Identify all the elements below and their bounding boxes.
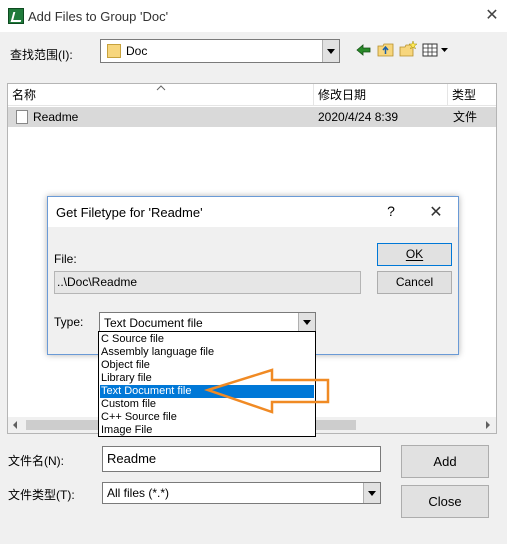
dropdown-option[interactable]: Assembly language file xyxy=(100,346,314,359)
filename-input[interactable]: Readme xyxy=(102,446,381,472)
type-label: Type: xyxy=(54,315,84,329)
dialog-close-button[interactable]: ✕ xyxy=(426,202,446,222)
filename-label: 文件名(N): xyxy=(8,454,64,468)
app-icon xyxy=(8,8,24,24)
view-menu-icon[interactable] xyxy=(421,40,451,60)
lookin-dropdown[interactable]: Doc xyxy=(100,39,340,63)
window-title: Add Files to Group 'Doc' xyxy=(28,9,169,24)
dialog-title-bar: Get Filetype for 'Readme' ? ✕ xyxy=(48,197,458,227)
file-path-field: ..\Doc\Readme xyxy=(54,271,361,294)
lookin-label: 查找范围(I): xyxy=(10,48,73,62)
up-folder-icon[interactable] xyxy=(376,40,396,60)
filetype-value: All files (*.*) xyxy=(107,486,170,500)
help-button[interactable]: ? xyxy=(383,203,399,221)
file-label: File: xyxy=(54,252,77,266)
dropdown-option[interactable]: Image File xyxy=(100,424,314,437)
scroll-left-icon[interactable] xyxy=(11,421,19,429)
ok-button[interactable]: OK xyxy=(377,243,452,266)
dropdown-option[interactable]: C Source file xyxy=(100,333,314,346)
sort-asc-icon xyxy=(156,85,166,91)
title-bar: Add Files to Group 'Doc' ✕ xyxy=(0,0,507,32)
add-button[interactable]: Add xyxy=(401,445,489,478)
filetype-label: 文件类型(T): xyxy=(8,488,75,502)
file-name: Readme xyxy=(33,110,79,124)
file-type: 文件 xyxy=(453,110,478,124)
chevron-down-icon[interactable] xyxy=(322,40,339,62)
close-button[interactable]: Close xyxy=(401,485,489,518)
type-dropdown[interactable]: Text Document file xyxy=(99,312,316,332)
folder-icon xyxy=(107,44,121,58)
chevron-down-icon[interactable] xyxy=(298,313,315,331)
annotation-arrow-icon xyxy=(203,368,330,414)
type-value: Text Document file xyxy=(104,316,203,330)
dialog-title: Get Filetype for 'Readme' xyxy=(56,205,203,220)
column-header-modified[interactable]: 修改日期 xyxy=(314,84,448,106)
document-icon xyxy=(16,110,28,124)
scroll-right-icon[interactable] xyxy=(484,421,492,429)
filetype-dropdown[interactable]: All files (*.*) xyxy=(102,482,381,504)
cancel-button[interactable]: Cancel xyxy=(377,271,452,294)
file-modified: 2020/4/24 8:39 xyxy=(318,110,399,124)
lookin-value: Doc xyxy=(126,44,148,58)
column-header-type[interactable]: 类型 xyxy=(448,84,496,106)
back-icon[interactable] xyxy=(354,40,374,60)
chevron-down-icon[interactable] xyxy=(363,483,380,503)
window-close-button[interactable]: ✕ xyxy=(482,6,502,26)
table-row[interactable]: Readme 2020/4/24 8:39 文件 xyxy=(8,107,496,127)
new-folder-icon[interactable] xyxy=(398,40,418,60)
list-header: 名称 修改日期 类型 xyxy=(8,84,496,106)
